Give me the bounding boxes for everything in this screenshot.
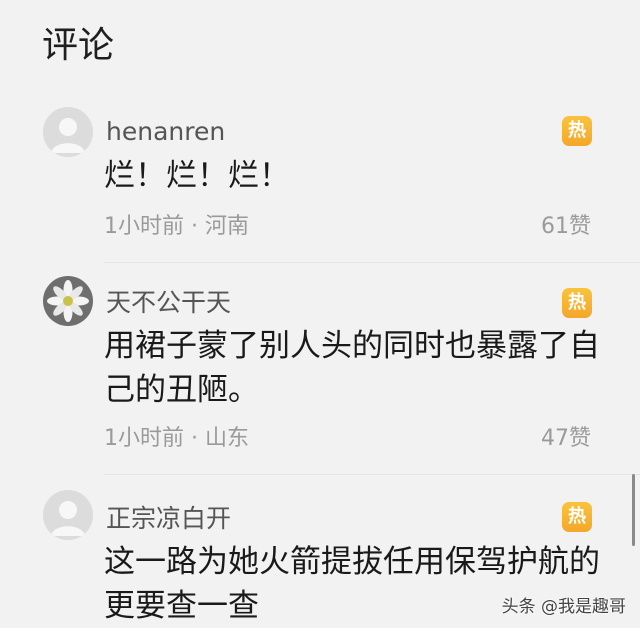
user-avatar-icon[interactable]	[43, 276, 93, 326]
comment-content: 用裙子蒙了别人头的同时也暴露了自己的丑陋。	[104, 328, 600, 408]
comment-time: 1小时前	[104, 214, 184, 239]
meta-separator: ·	[191, 426, 205, 451]
comment-time: 1小时前	[104, 426, 184, 451]
user-avatar-icon[interactable]	[43, 107, 93, 157]
comment-username[interactable]: 正宗凉白开	[106, 503, 231, 535]
meta-separator: ·	[191, 214, 205, 239]
hot-badge: 热	[562, 116, 592, 146]
comment-location: 河南	[205, 214, 250, 239]
comment-meta: 1小时前 · 山东	[104, 424, 249, 454]
comment-divider	[104, 262, 640, 263]
comment-divider	[104, 474, 640, 475]
comment-username[interactable]: 天不公干天	[106, 287, 231, 319]
hot-badge: 热	[562, 288, 592, 318]
hot-badge: 热	[562, 502, 592, 532]
watermark-text: 头条 @我是趣哥	[501, 597, 626, 617]
watermark: 头条 @我是趣哥	[502, 596, 626, 618]
comment-content: 烂！烂！烂！	[104, 158, 290, 194]
like-count[interactable]: 47赞	[541, 424, 591, 454]
comment-username[interactable]: henanren	[106, 116, 225, 148]
scrollbar[interactable]	[632, 474, 635, 546]
page-title: 评论	[42, 25, 115, 66]
like-count[interactable]: 61赞	[541, 212, 591, 242]
comment-location: 山东	[205, 426, 250, 451]
comment-meta: 1小时前 · 河南	[104, 212, 249, 242]
user-avatar-icon[interactable]	[43, 490, 93, 540]
